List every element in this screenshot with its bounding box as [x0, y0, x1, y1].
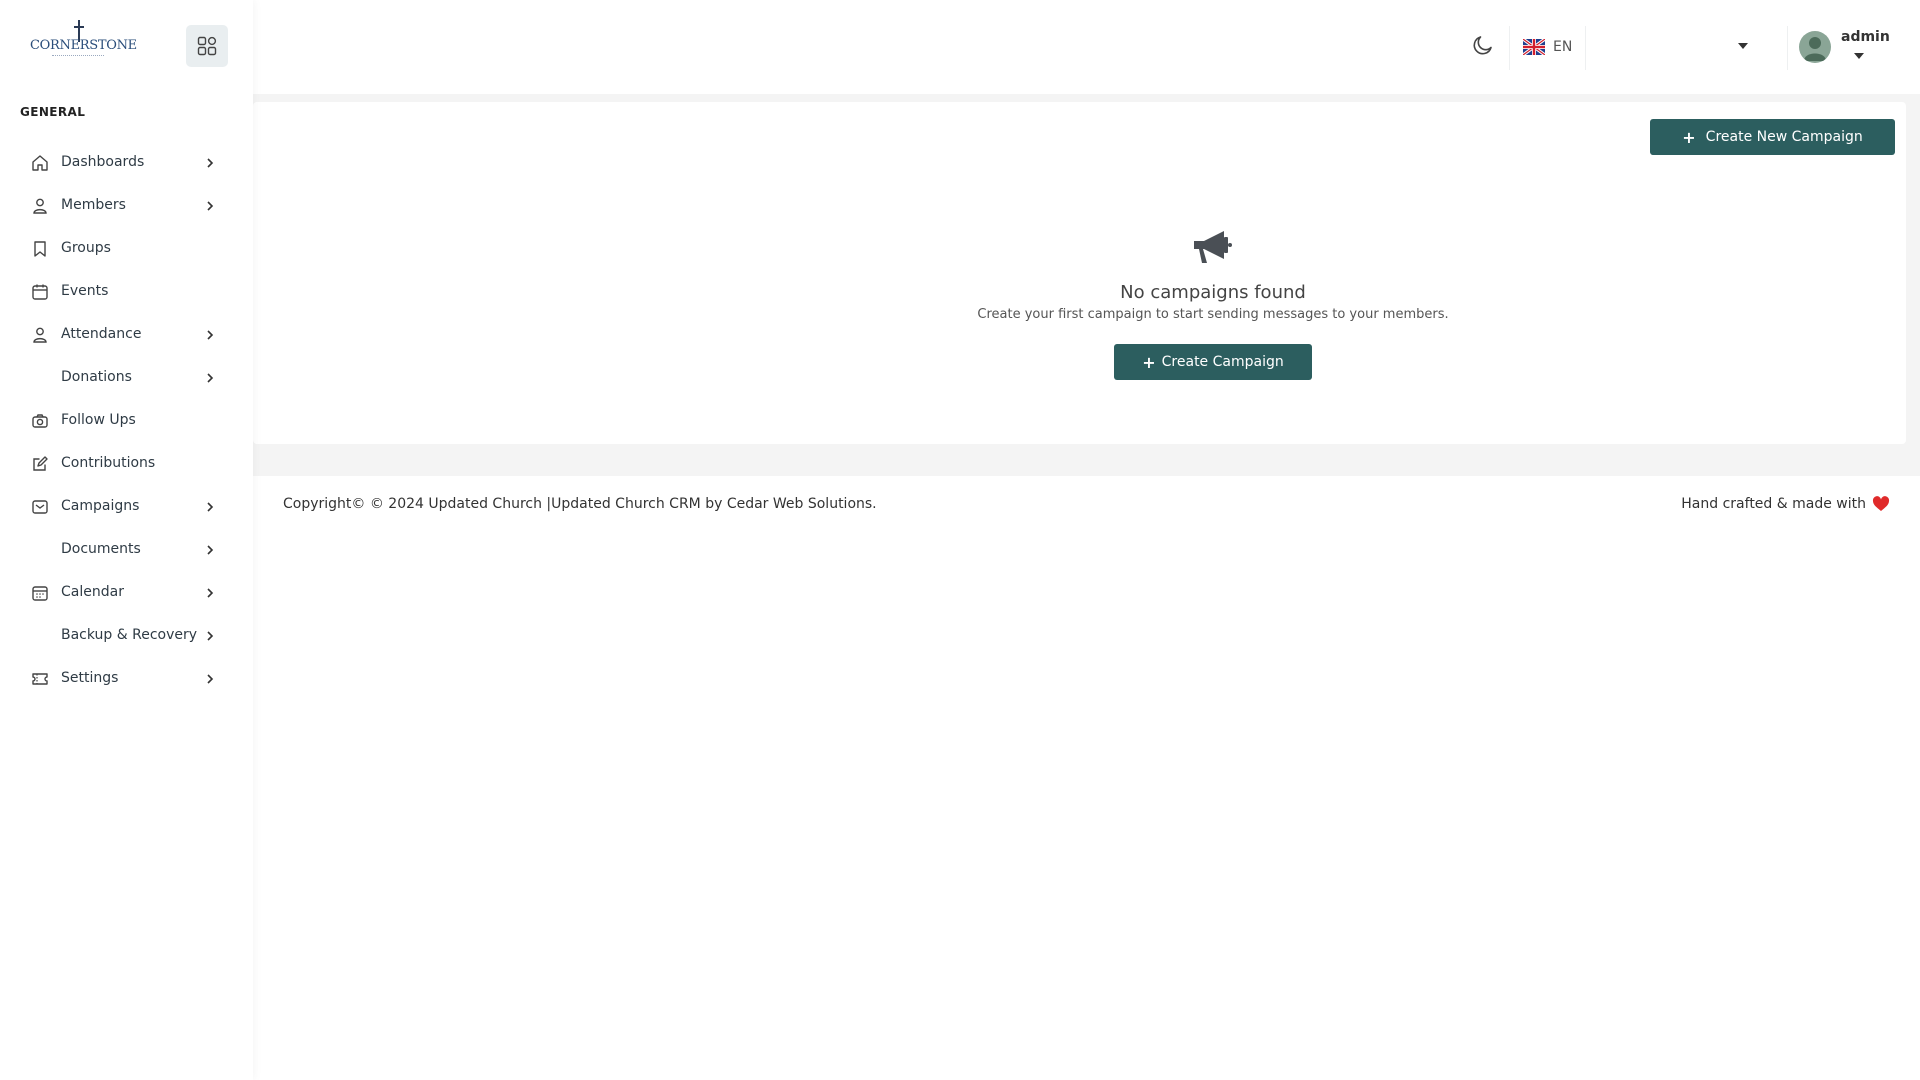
- chevron-right-icon: [207, 545, 214, 555]
- sidebar: CORNERSTONE GENERAL Dashboards Members G: [0, 0, 253, 1080]
- chevron-right-icon: [207, 631, 214, 641]
- caret-down-icon[interactable]: [1736, 41, 1750, 51]
- sidebar-item-members[interactable]: Members: [0, 184, 253, 227]
- sidebar-item-events[interactable]: Events: [0, 270, 253, 313]
- sidebar-item-label: Contributions: [61, 455, 156, 471]
- caret-down-icon: [1854, 53, 1864, 59]
- bookmark-icon: [34, 241, 46, 257]
- chevron-right-icon: [207, 201, 214, 211]
- sidebar-item-settings[interactable]: Settings: [0, 657, 253, 700]
- sidebar-item-calendar[interactable]: Calendar: [0, 571, 253, 614]
- sidebar-item-contributions[interactable]: Contributions: [0, 442, 253, 485]
- sidebar-item-label: Follow Ups: [61, 412, 136, 428]
- chevron-right-icon: [207, 674, 214, 684]
- sidebar-item-label: Campaigns: [61, 498, 140, 514]
- ticket-icon: [32, 673, 48, 685]
- create-campaign-label: Create Campaign: [1161, 354, 1284, 370]
- sidebar-item-backup-recovery[interactable]: Backup & Recovery: [0, 614, 253, 657]
- empty-state-subtitle: Create your first campaign to start send…: [977, 307, 1449, 322]
- chevron-right-icon: [207, 588, 214, 598]
- create-new-campaign-label: Create New Campaign: [1705, 129, 1863, 145]
- sidebar-item-groups[interactable]: Groups: [0, 227, 253, 270]
- sidebar-header: CORNERSTONE: [0, 0, 253, 95]
- sidebar-nav: Dashboards Members Groups Events Attenda…: [0, 141, 253, 700]
- sidebar-item-label: Groups: [61, 240, 111, 256]
- copyright-text: Copyright© © 2024 Updated Church |Update…: [283, 496, 877, 512]
- sidebar-item-label: Dashboards: [61, 154, 145, 170]
- calendar-icon: [32, 586, 48, 601]
- language-code: EN: [1553, 39, 1573, 55]
- grid-icon: [197, 36, 217, 56]
- home-icon: [32, 155, 48, 171]
- section-label-general: GENERAL: [20, 105, 86, 119]
- megaphone-icon: [1194, 231, 1232, 263]
- user-menu[interactable]: admin: [1799, 25, 1909, 75]
- user-avatar-icon: [1804, 37, 1826, 61]
- sidebar-item-attendance[interactable]: Attendance: [0, 313, 253, 356]
- sidebar-item-label: Backup & Recovery: [61, 627, 198, 643]
- chevron-right-icon: [207, 373, 214, 383]
- divider: [1787, 26, 1788, 70]
- crafted-text: Hand crafted & made with: [1681, 496, 1866, 512]
- sidebar-item-label: Settings: [61, 670, 119, 686]
- chevron-right-icon: [207, 502, 214, 512]
- plus-icon: +: [1142, 352, 1156, 372]
- sidebar-item-label: Events: [61, 283, 109, 299]
- content-background: [253, 534, 1920, 1080]
- moon-icon[interactable]: [1471, 33, 1495, 57]
- sidebar-item-donations[interactable]: Donations: [0, 356, 253, 399]
- calendar-icon: [32, 284, 48, 300]
- user-icon: [33, 198, 47, 214]
- user-name: admin: [1841, 29, 1890, 45]
- crafted-text-group: Hand crafted & made with: [1681, 496, 1890, 512]
- create-campaign-button[interactable]: + Create Campaign: [1114, 344, 1312, 380]
- divider: [1509, 26, 1510, 70]
- sidebar-item-label: Attendance: [61, 326, 142, 342]
- sidebar-item-label: Donations: [61, 369, 132, 385]
- sidebar-item-label: Calendar: [61, 584, 124, 600]
- edit-icon: [33, 456, 48, 471]
- language-selector[interactable]: EN: [1523, 36, 1572, 58]
- avatar: [1799, 31, 1831, 63]
- sidebar-item-label: Documents: [61, 541, 141, 557]
- brand-logo[interactable]: CORNERSTONE: [30, 20, 137, 64]
- campaigns-card: + Create New Campaign No campaigns found…: [253, 102, 1906, 444]
- uk-flag-icon: [1523, 39, 1545, 55]
- sidebar-item-documents[interactable]: Documents: [0, 528, 253, 571]
- footer: Copyright© © 2024 Updated Church |Update…: [253, 476, 1920, 534]
- mail-icon: [32, 500, 48, 514]
- user-icon: [33, 327, 47, 343]
- sidebar-item-follow-ups[interactable]: Follow Ups: [0, 399, 253, 442]
- topbar: EN admin: [253, 0, 1920, 94]
- empty-state-title: No campaigns found: [1120, 282, 1306, 303]
- sidebar-item-campaigns[interactable]: Campaigns: [0, 485, 253, 528]
- sidebar-item-dashboards[interactable]: Dashboards: [0, 141, 253, 184]
- sidebar-item-label: Members: [61, 197, 126, 213]
- camera-icon: [32, 414, 48, 428]
- divider: [1585, 26, 1586, 70]
- logo-underline: [52, 55, 104, 58]
- create-new-campaign-button[interactable]: + Create New Campaign: [1650, 119, 1895, 155]
- plus-icon: +: [1682, 127, 1696, 147]
- sidebar-toggle-button[interactable]: [186, 25, 228, 67]
- logo-text: CORNERSTONE: [30, 38, 137, 53]
- chevron-right-icon: [207, 330, 214, 340]
- heart-icon: [1872, 496, 1890, 511]
- chevron-right-icon: [207, 158, 214, 168]
